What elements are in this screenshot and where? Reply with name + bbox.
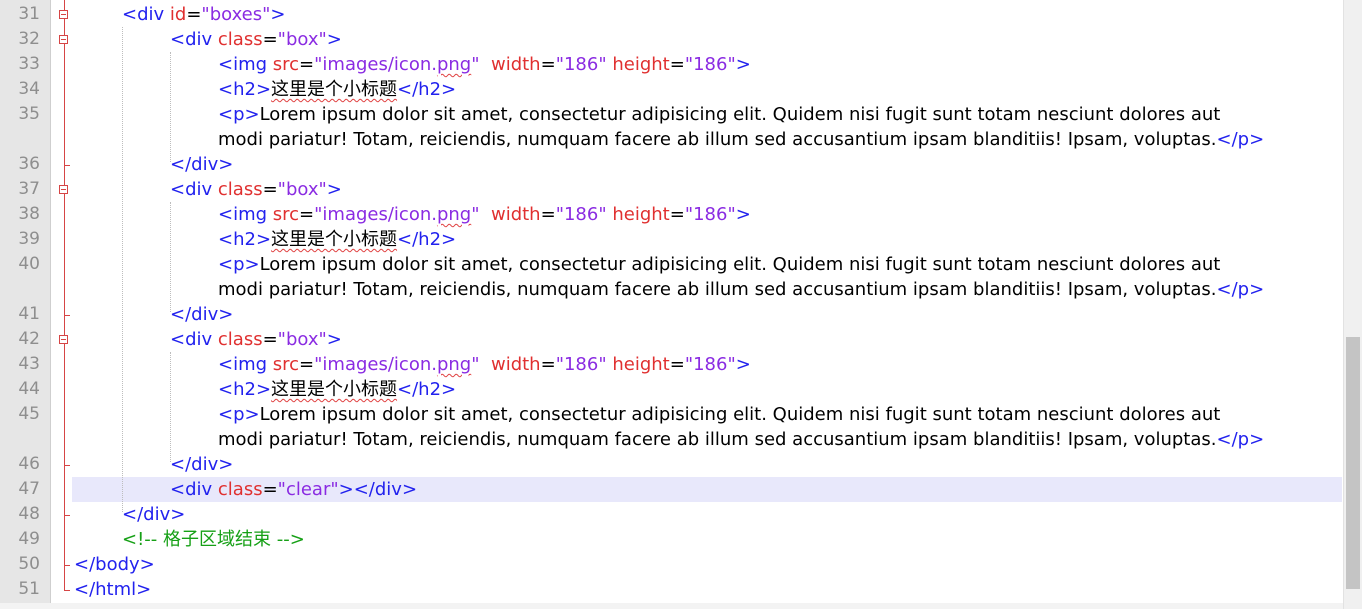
code-line-47[interactable]: <div class="clear"></div> bbox=[170, 477, 417, 502]
line-number: 48 bbox=[18, 504, 40, 524]
code-line-40-wrap[interactable]: modi pariatur! Totam, reiciendis, numqua… bbox=[218, 277, 1264, 302]
line-number bbox=[0, 127, 40, 152]
paragraph-line-2: modi pariatur! Totam, reiciendis, numqua… bbox=[218, 429, 1217, 450]
scrollbar-thumb[interactable] bbox=[1346, 337, 1360, 589]
line-number: 37 bbox=[18, 179, 40, 199]
line-number: 35 bbox=[18, 104, 40, 124]
fold-range-line-html bbox=[64, 566, 65, 590]
line-number bbox=[0, 277, 40, 302]
code-line-42[interactable]: <div class="box"> bbox=[170, 327, 342, 352]
heading-text: 这里是个小标题 bbox=[271, 79, 398, 100]
code-line-46[interactable]: </div> bbox=[170, 452, 233, 477]
code-line-33[interactable]: <img src="images/icon.png" width="186" h… bbox=[218, 52, 751, 77]
indent-guide bbox=[122, 27, 123, 512]
paragraph-line-1: Lorem ipsum dolor sit amet, consectetur … bbox=[259, 404, 1221, 425]
heading-text: 这里是个小标题 bbox=[271, 229, 398, 250]
code-line-40[interactable]: <p>Lorem ipsum dolor sit amet, consectet… bbox=[218, 252, 1220, 277]
line-number: 31 bbox=[18, 4, 40, 24]
code-line-36[interactable]: </div> bbox=[170, 152, 233, 177]
fold-toggle-boxes-icon[interactable] bbox=[59, 10, 68, 19]
code-line-45[interactable]: <p>Lorem ipsum dolor sit amet, consectet… bbox=[218, 402, 1220, 427]
fold-end-tick bbox=[64, 465, 70, 466]
horizontal-scrollbar[interactable] bbox=[0, 603, 1343, 609]
fold-toggle-box3-icon[interactable] bbox=[59, 335, 68, 344]
paragraph-line-2: modi pariatur! Totam, reiciendis, numqua… bbox=[218, 279, 1217, 300]
line-number: 34 bbox=[18, 79, 40, 99]
line-number: 41 bbox=[18, 304, 40, 324]
indent-guide bbox=[170, 52, 171, 162]
code-line-48[interactable]: </div> bbox=[122, 502, 185, 527]
fold-range-line bbox=[64, 0, 65, 566]
code-line-43[interactable]: <img src="images/icon.png" width="186" h… bbox=[218, 352, 751, 377]
fold-toggle-box1-icon[interactable] bbox=[59, 35, 68, 44]
fold-end-tick bbox=[64, 590, 70, 591]
code-line-39[interactable]: <h2>这里是个小标题</h2> bbox=[218, 227, 456, 252]
code-line-45-wrap[interactable]: modi pariatur! Totam, reiciendis, numqua… bbox=[218, 427, 1264, 452]
code-line-32[interactable]: <div class="box"> bbox=[170, 27, 342, 52]
fold-end-tick bbox=[64, 565, 70, 566]
line-number: 43 bbox=[18, 354, 40, 374]
paragraph-line-1: Lorem ipsum dolor sit amet, consectetur … bbox=[259, 104, 1221, 125]
line-number: 50 bbox=[18, 554, 40, 574]
fold-end-tick bbox=[64, 315, 70, 316]
line-number: 45 bbox=[18, 404, 40, 424]
paragraph-line-1: Lorem ipsum dolor sit amet, consectetur … bbox=[259, 254, 1221, 275]
code-line-35[interactable]: <p>Lorem ipsum dolor sit amet, consectet… bbox=[218, 102, 1220, 127]
code-line-37[interactable]: <div class="box"> bbox=[170, 177, 342, 202]
line-number: 46 bbox=[18, 454, 40, 474]
code-line-51[interactable]: </html> bbox=[74, 577, 151, 602]
code-line-38[interactable]: <img src="images/icon.png" width="186" h… bbox=[218, 202, 751, 227]
line-number: 38 bbox=[18, 204, 40, 224]
code-line-49[interactable]: <!-- 格子区域结束 --> bbox=[122, 527, 305, 552]
comment-text: <!-- 格子区域结束 --> bbox=[122, 529, 305, 550]
vertical-scrollbar[interactable] bbox=[1343, 0, 1362, 609]
heading-text: 这里是个小标题 bbox=[271, 379, 398, 400]
line-number: 44 bbox=[18, 379, 40, 399]
code-line-50[interactable]: </body> bbox=[74, 552, 155, 577]
line-number bbox=[0, 427, 40, 452]
code-line-34[interactable]: <h2>这里是个小标题</h2> bbox=[218, 77, 456, 102]
line-number: 42 bbox=[18, 329, 40, 349]
code-line-41[interactable]: </div> bbox=[170, 302, 233, 327]
line-number: 33 bbox=[18, 54, 40, 74]
code-line-44[interactable]: <h2>这里是个小标题</h2> bbox=[218, 377, 456, 402]
line-number: 49 bbox=[18, 529, 40, 549]
indent-guide bbox=[170, 352, 171, 462]
line-number: 39 bbox=[18, 229, 40, 249]
code-editor[interactable]: 31 32 33 34 35 36 37 38 39 40 41 42 43 44 45 46 47 48 49 50… bbox=[0, 0, 1362, 609]
indent-guide bbox=[170, 202, 171, 312]
fold-end-tick bbox=[64, 515, 70, 516]
code-line-35-wrap[interactable]: modi pariatur! Totam, reiciendis, numqua… bbox=[218, 127, 1264, 152]
line-number: 51 bbox=[18, 579, 40, 599]
paragraph-line-2: modi pariatur! Totam, reiciendis, numqua… bbox=[218, 129, 1217, 150]
fold-toggle-box2-icon[interactable] bbox=[59, 185, 68, 194]
line-number: 36 bbox=[18, 154, 40, 174]
fold-end-tick bbox=[64, 165, 70, 166]
line-number: 47 bbox=[18, 479, 40, 499]
line-number: 32 bbox=[18, 29, 40, 49]
line-number: 40 bbox=[18, 254, 40, 274]
code-line-31[interactable]: <div id="boxes"> bbox=[122, 2, 286, 27]
